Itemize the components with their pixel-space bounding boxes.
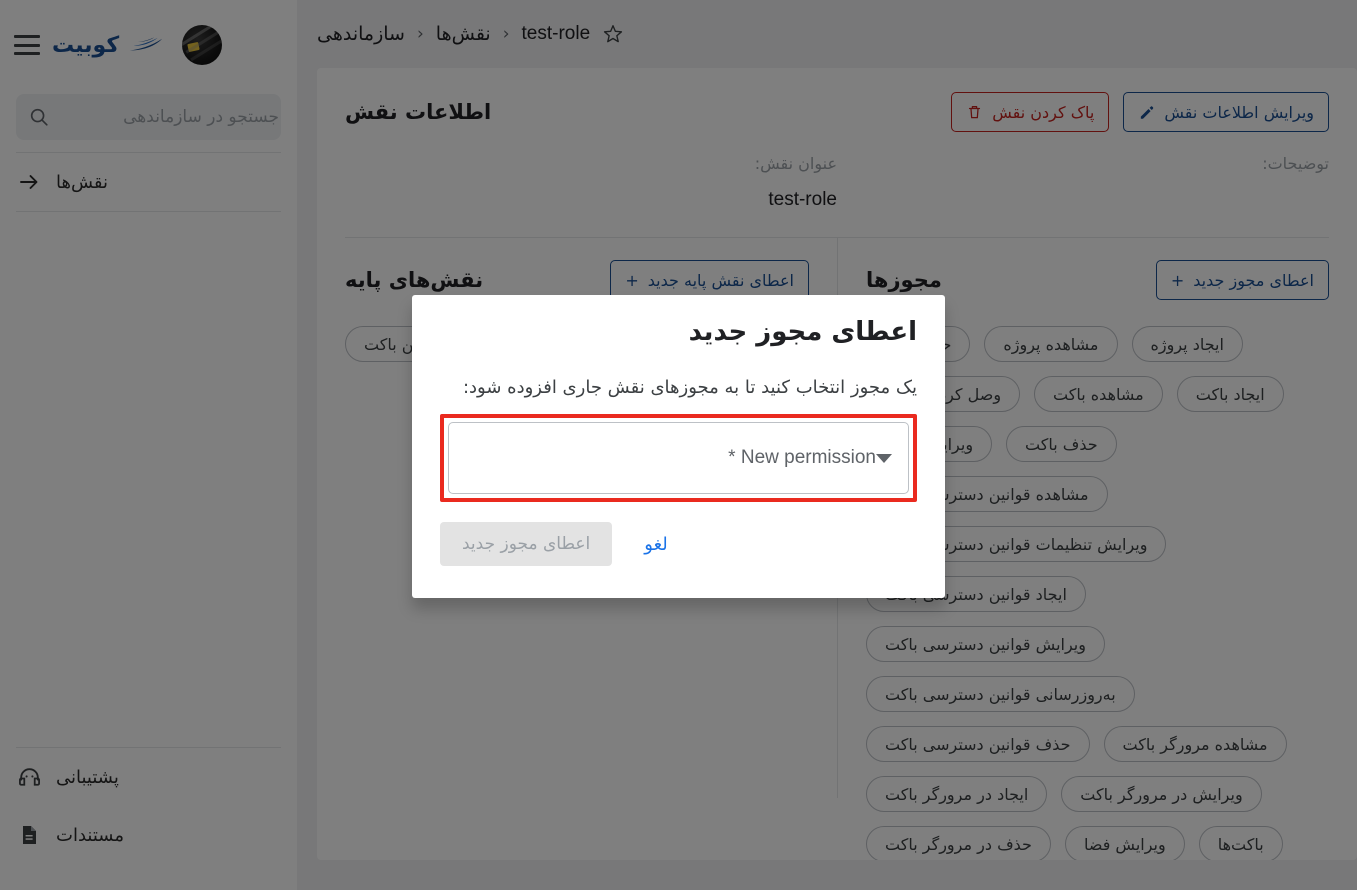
- submit-permission-button[interactable]: اعطای مجوز جدید: [440, 522, 613, 566]
- cancel-button[interactable]: لغو: [638, 534, 673, 555]
- app-root: کوبیت: [0, 0, 1357, 890]
- grant-permission-modal: اعطای مجوز جدید یک مجوز انتخاب کنید تا ب…: [412, 295, 945, 598]
- permission-select-highlight: * New permission: [440, 414, 917, 502]
- permission-select[interactable]: * New permission: [448, 422, 909, 494]
- permission-select-label: * New permission: [728, 447, 876, 468]
- chevron-down-icon: [876, 453, 892, 463]
- modal-description: یک مجوز انتخاب کنید تا به مجوزهای نقش جا…: [462, 377, 917, 398]
- modal-title: اعطای مجوز جدید: [688, 317, 917, 347]
- modal-actions: اعطای مجوز جدید لغو: [440, 522, 917, 566]
